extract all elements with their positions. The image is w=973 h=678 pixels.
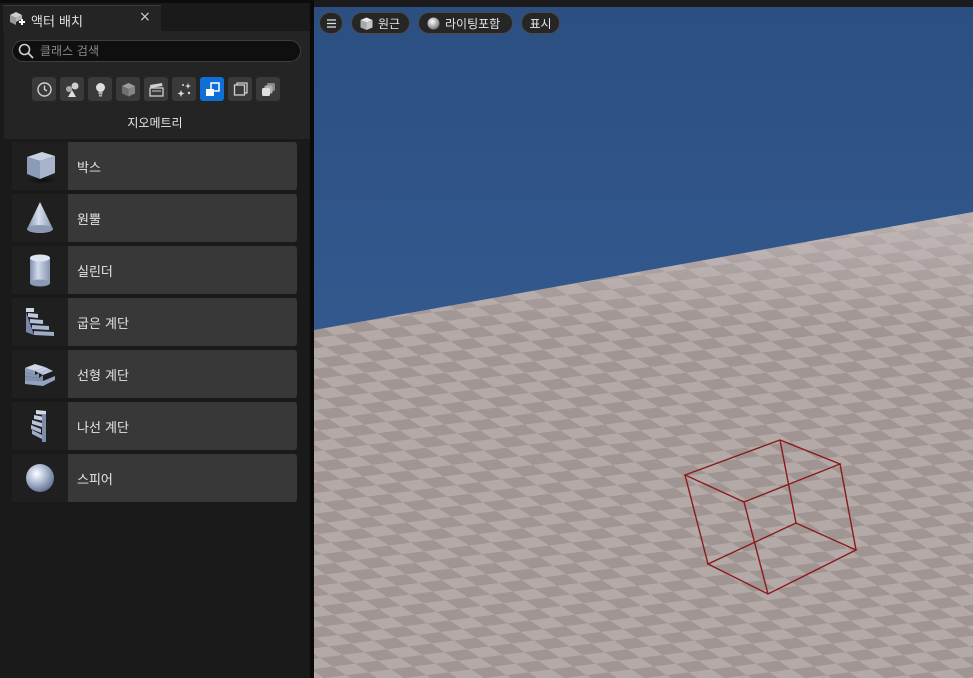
cone-icon (27, 202, 53, 233)
tab-title: 액터 배치 (31, 15, 83, 30)
all-classes-icon (261, 82, 275, 96)
sparkles-icon (177, 82, 191, 97)
filter-all-classes-button[interactable] (256, 77, 280, 101)
actor-item-cone[interactable]: 원뿔 (12, 194, 297, 242)
viewport-top-border (314, 0, 973, 7)
filter-basic-button[interactable] (60, 77, 84, 101)
actor-item-sphere[interactable]: 스피어 (12, 454, 297, 502)
actor-list: 박스 원뿔 실린더 굽은 계단 선형 계단 나선 계단 스피어 (12, 142, 297, 506)
item-thumbnail (12, 402, 68, 450)
filter-cinematic-button[interactable] (144, 77, 168, 101)
perspective-button[interactable]: 원근 (351, 12, 410, 34)
viewport-menu-button[interactable] (319, 12, 343, 34)
cube-icon (121, 82, 135, 96)
spiral-stairs-icon (31, 410, 46, 442)
item-thumbnail (12, 298, 68, 346)
actor-item-box[interactable]: 박스 (12, 142, 297, 190)
item-thumbnail (12, 350, 68, 398)
panel-top-border (0, 0, 310, 3)
item-thumbnail (12, 142, 68, 190)
item-label: 실린더 (77, 265, 113, 280)
actor-item-curved-stairs[interactable]: 굽은 계단 (12, 298, 297, 346)
category-title: 지오메트리 (127, 116, 183, 130)
item-label: 선형 계단 (77, 369, 129, 384)
item-label: 굽은 계단 (77, 317, 129, 332)
filter-geometry-button[interactable] (200, 77, 224, 101)
filter-lights-button[interactable] (88, 77, 112, 101)
lighting-mode-button[interactable]: 라이팅포함 (418, 12, 513, 34)
filter-visual-effects-button[interactable] (172, 77, 196, 101)
basic-shapes-icon (65, 82, 78, 97)
lighting-sphere-icon (427, 17, 440, 29)
recent-clock-icon (36, 81, 52, 97)
filter-volumes-button[interactable] (228, 77, 252, 101)
search-icon (18, 43, 34, 59)
place-actors-panel: 액터 배치 × 클래스 검색 지오메트리 박스 원뿔 실린더 굽은 계단 선형 … (0, 0, 310, 678)
volume-icon (233, 81, 248, 96)
box-icon (27, 152, 57, 184)
linear-stairs-icon (25, 364, 55, 386)
perspective-label: 원근 (378, 16, 401, 31)
category-filter-bar (32, 77, 280, 101)
lightbulb-icon (95, 82, 105, 96)
curved-stairs-icon (26, 308, 54, 336)
sphere-icon (26, 464, 54, 492)
close-icon[interactable]: × (139, 9, 151, 25)
show-button[interactable]: 표시 (521, 12, 560, 34)
place-actors-tab[interactable]: 액터 배치 × (3, 5, 161, 31)
item-thumbnail (12, 246, 68, 294)
place-actor-icon (10, 12, 25, 25)
item-label: 원뿔 (77, 213, 101, 228)
cylinder-icon (30, 254, 50, 287)
hamburger-menu-icon (326, 18, 336, 28)
item-label: 스피어 (77, 473, 113, 488)
actor-item-linear-stairs[interactable]: 선형 계단 (12, 350, 297, 398)
filter-shapes-button[interactable] (116, 77, 140, 101)
item-label: 박스 (77, 161, 101, 176)
item-thumbnail (12, 194, 68, 242)
lighting-label: 라이팅포함 (445, 16, 501, 31)
geometry-icon (205, 81, 220, 96)
level-viewport[interactable]: 원근 라이팅포함 표시 (314, 7, 973, 678)
search-input[interactable] (34, 42, 300, 60)
clapperboard-icon (148, 82, 164, 97)
actor-item-cylinder[interactable]: 실린더 (12, 246, 297, 294)
class-search-box[interactable] (12, 40, 301, 62)
item-label: 나선 계단 (77, 421, 129, 436)
perspective-cube-icon (360, 17, 373, 30)
show-label: 표시 (529, 16, 552, 31)
item-thumbnail (12, 454, 68, 502)
viewport-scene (314, 7, 973, 678)
actor-item-spiral-stairs[interactable]: 나선 계단 (12, 402, 297, 450)
filter-recent-button[interactable] (32, 77, 56, 101)
